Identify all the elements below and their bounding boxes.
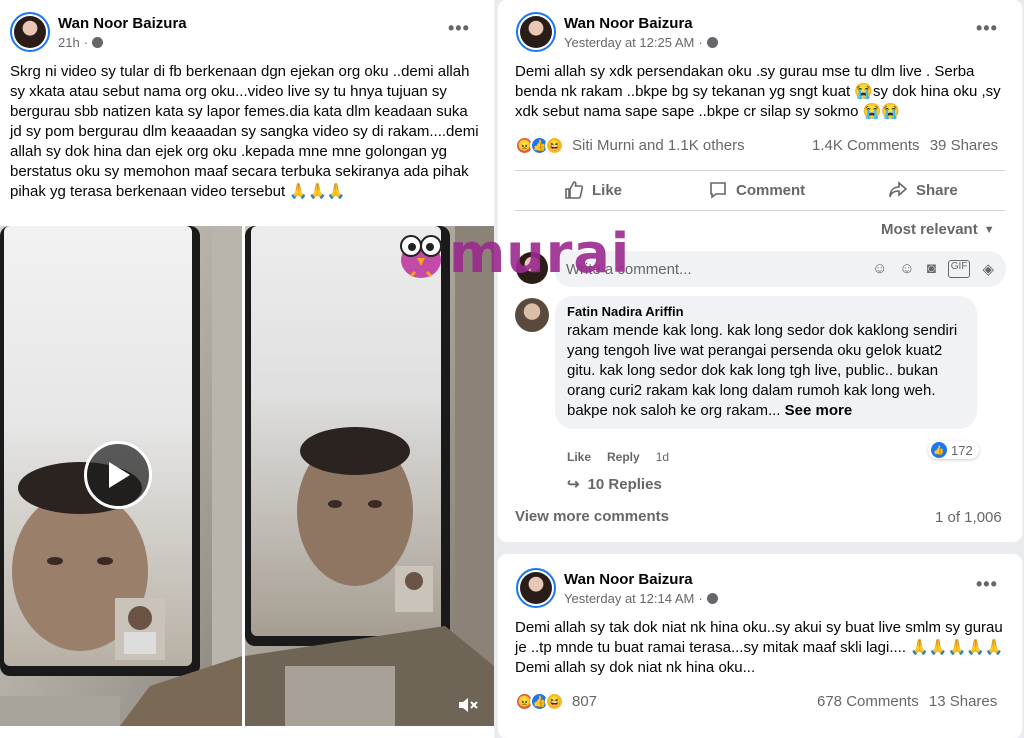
comments-count[interactable]: 678 Comments	[817, 693, 919, 710]
author-name[interactable]: Wan Noor Baizura	[58, 15, 187, 32]
thumbs-up-icon	[565, 181, 584, 199]
post-time[interactable]: Yesterday at 12:14 AM	[564, 591, 694, 606]
reactions-text[interactable]: Siti Murni and 1.1K others	[572, 137, 745, 154]
like-button[interactable]: Like	[564, 180, 622, 200]
share-icon	[889, 181, 908, 198]
author-name[interactable]: Wan Noor Baizura	[564, 571, 718, 588]
like-label: Like	[592, 181, 623, 199]
shares-count[interactable]: 39 Shares	[930, 137, 998, 154]
murai-logo-text: murai	[449, 222, 631, 285]
comments-count[interactable]: 1.4K Comments	[812, 137, 920, 154]
video-still-2	[245, 226, 494, 726]
comments-pagination: 1 of 1,006	[935, 509, 1002, 526]
share-label: Share	[916, 181, 958, 199]
share-button[interactable]: Share	[888, 180, 958, 200]
play-icon[interactable]	[84, 441, 152, 509]
reply-arrow-icon: ↪	[567, 476, 580, 493]
shares-count[interactable]: 13 Shares	[929, 693, 997, 710]
chevron-down-icon: ▼	[983, 223, 995, 236]
left-post-card: Wan Noor Baizura 21h · ••• Skrg ni video …	[0, 0, 494, 738]
more-options-icon[interactable]: •••	[976, 18, 998, 39]
post-header: Wan Noor Baizura Yesterday at 12:25 AM ·	[516, 12, 718, 52]
author-avatar[interactable]	[516, 12, 556, 52]
post-card-2: Wan Noor Baizura Yesterday at 12:14 AM · …	[498, 554, 1022, 738]
post-text: Skrg ni video sy tular di fb berkenaan d…	[10, 63, 479, 200]
divider	[515, 210, 1005, 211]
comment-like-button[interactable]: Like	[567, 450, 591, 464]
haha-reaction-icon: 😆	[545, 692, 564, 711]
owl-mascot-icon	[400, 235, 442, 278]
comment-like-count: 172	[951, 442, 973, 458]
globe-icon	[92, 36, 104, 48]
comment-icon	[710, 182, 726, 199]
view-replies-button[interactable]: ↪ 10 Replies	[567, 475, 662, 494]
speaker-muted-icon[interactable]	[457, 696, 479, 719]
haha-reaction-icon: 😆	[545, 136, 564, 155]
post-header: Wan Noor Baizura Yesterday at 12:14 AM ·	[516, 568, 718, 608]
comment-button[interactable]: Comment	[708, 180, 805, 200]
post-text: Demi allah sy xdk persendakan oku .sy gu…	[515, 63, 1001, 120]
post-text: Demi allah sy tak dok niat nk hina oku..…	[515, 619, 1004, 676]
see-more-link[interactable]: See more	[785, 402, 853, 419]
post-time[interactable]: 21h	[58, 35, 80, 50]
divider	[515, 170, 1005, 171]
reactions-count[interactable]: 807	[572, 693, 597, 710]
comment-age[interactable]: 1d	[656, 450, 669, 464]
comment-reactions[interactable]: 👍 172	[928, 441, 979, 459]
gif-icon[interactable]: GIF	[947, 260, 971, 278]
author-avatar[interactable]	[10, 12, 50, 52]
comment-text: rakam mende kak long. kak long sedor dok…	[567, 322, 958, 419]
video-frame-1[interactable]	[0, 226, 242, 726]
author-avatar[interactable]	[516, 568, 556, 608]
view-more-comments-link[interactable]: View more comments	[515, 508, 669, 525]
post-header: Wan Noor Baizura 21h ·	[10, 12, 187, 52]
video-frame-2[interactable]	[245, 226, 494, 726]
comment-bubble: Fatin Nadira Ariffin rakam mende kak lon…	[555, 296, 977, 429]
commenter-avatar[interactable]	[515, 298, 549, 332]
commenter-name[interactable]: Fatin Nadira Ariffin	[567, 304, 965, 319]
comment-reply-button[interactable]: Reply	[607, 450, 640, 464]
globe-icon	[706, 592, 718, 604]
avatar-sticker-icon[interactable]: ☺	[872, 260, 887, 278]
emoji-icon[interactable]: ☺	[899, 260, 914, 278]
globe-icon	[706, 36, 718, 48]
more-options-icon[interactable]: •••	[448, 18, 470, 39]
like-reaction-icon: 👍	[931, 442, 947, 458]
sort-label: Most relevant	[881, 221, 978, 238]
reactions-summary[interactable]: 😠 👍 😆 807	[515, 692, 597, 711]
reactions-summary[interactable]: 😠 👍 😆 Siti Murni and 1.1K others	[515, 136, 745, 155]
more-options-icon[interactable]: •••	[976, 574, 998, 595]
sort-comments-dropdown[interactable]: Most relevant ▼	[881, 221, 995, 238]
author-name[interactable]: Wan Noor Baizura	[564, 15, 718, 32]
replies-label: 10 Replies	[587, 475, 662, 493]
post-time[interactable]: Yesterday at 12:25 AM	[564, 35, 694, 50]
comment-label: Comment	[736, 181, 806, 199]
camera-icon[interactable]: ◙	[927, 260, 936, 278]
murai-watermark: murai	[395, 222, 631, 285]
sticker-icon[interactable]: ◈	[982, 260, 994, 278]
